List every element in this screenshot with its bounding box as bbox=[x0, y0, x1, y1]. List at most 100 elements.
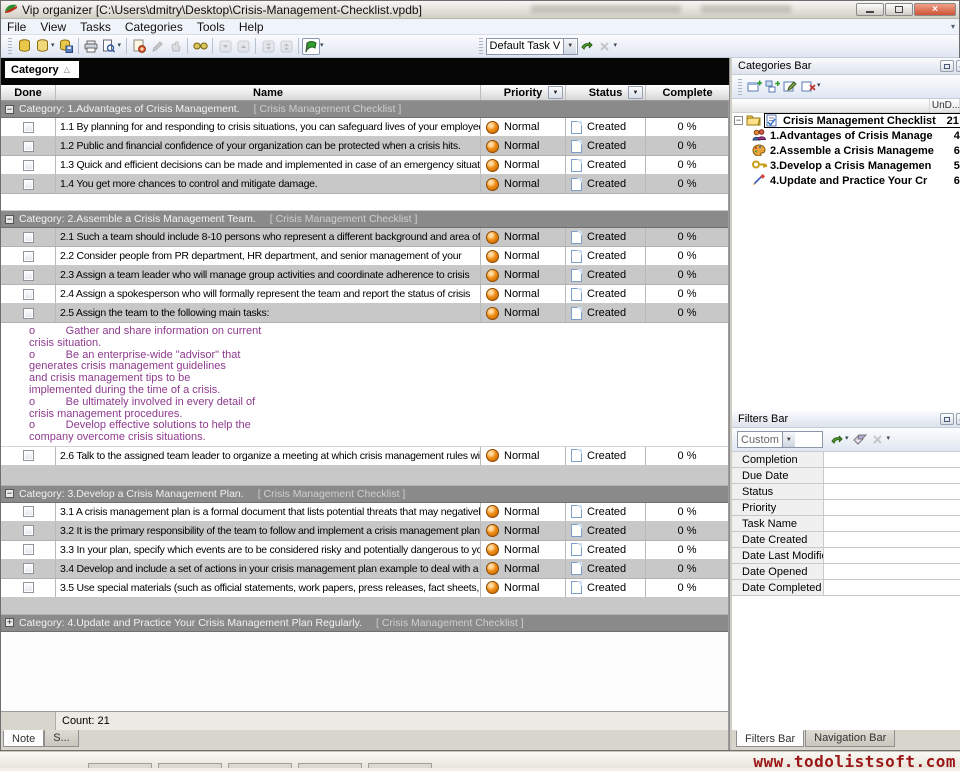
tab-note[interactable]: Note bbox=[3, 730, 44, 747]
close-button[interactable]: × bbox=[914, 3, 956, 16]
task-checkbox[interactable] bbox=[23, 141, 34, 152]
menu-file[interactable]: File bbox=[7, 20, 26, 34]
task-view-combobox[interactable]: Default Task V ▼ bbox=[486, 38, 578, 55]
menu-view[interactable]: View bbox=[40, 20, 66, 34]
column-header-done[interactable]: Done bbox=[1, 85, 56, 100]
drag-task-icon[interactable] bbox=[166, 38, 184, 55]
group-by-category-button[interactable]: Category △ bbox=[5, 61, 79, 78]
new-database-icon[interactable] bbox=[15, 38, 33, 55]
task-row[interactable]: 2.4 Assign a spokesperson who will forma… bbox=[1, 285, 728, 304]
notify-dropdown-icon[interactable]: ▾ bbox=[320, 41, 324, 49]
filter-preset-combobox[interactable]: Custom ▼ bbox=[737, 431, 823, 448]
category-group-header[interactable]: +Category: 4.Update and Practice Your Cr… bbox=[1, 615, 728, 632]
task-row[interactable]: 1.2 Public and financial confidence of y… bbox=[1, 137, 728, 156]
categories-restore-icon[interactable] bbox=[940, 60, 954, 72]
filter-value-field[interactable] bbox=[824, 484, 960, 499]
task-row[interactable]: 2.5 Assign the team to the following mai… bbox=[1, 304, 728, 323]
filter-value-field[interactable] bbox=[824, 532, 960, 547]
maximize-button[interactable] bbox=[885, 3, 913, 16]
print-preview-icon[interactable] bbox=[100, 38, 118, 55]
filter-value-field[interactable] bbox=[824, 580, 960, 595]
new-subcategory-icon[interactable] bbox=[763, 78, 781, 95]
move-bottom-icon[interactable] bbox=[259, 38, 277, 55]
task-row[interactable]: 2.3 Assign a team leader who will manage… bbox=[1, 266, 728, 285]
save-database-icon[interactable] bbox=[57, 38, 75, 55]
filter-value-field[interactable] bbox=[824, 468, 960, 483]
task-row[interactable]: 2.6 Talk to the assigned team leader to … bbox=[1, 447, 728, 466]
task-row[interactable]: 3.2 It is the primary responsibility of … bbox=[1, 522, 728, 541]
categories-pin-icon[interactable] bbox=[956, 60, 960, 72]
task-row[interactable]: 2.2 Consider people from PR department, … bbox=[1, 247, 728, 266]
delete-filter-icon[interactable] bbox=[869, 431, 887, 448]
category-group-header[interactable]: −Category: 2.Assemble a Crisis Managemen… bbox=[1, 211, 728, 228]
move-top-icon[interactable] bbox=[277, 38, 295, 55]
category-tree-item[interactable]: 3.Develop a Crisis Managemen55 bbox=[732, 158, 960, 173]
filters-pin-icon[interactable] bbox=[956, 413, 960, 425]
expand-icon[interactable]: + bbox=[5, 618, 14, 627]
category-group-header[interactable]: −Category: 3.Develop a Crisis Management… bbox=[1, 486, 728, 503]
priority-filter-dropdown-icon[interactable]: ▼ bbox=[548, 86, 563, 99]
collapse-icon[interactable]: − bbox=[5, 489, 14, 498]
status-filter-dropdown-icon[interactable]: ▼ bbox=[628, 86, 643, 99]
filter-value-field[interactable] bbox=[824, 452, 960, 467]
filter-value-field[interactable] bbox=[824, 548, 960, 563]
task-checkbox[interactable] bbox=[23, 544, 34, 555]
filters-restore-icon[interactable] bbox=[940, 413, 954, 425]
new-category-icon[interactable] bbox=[745, 78, 763, 95]
task-checkbox[interactable] bbox=[23, 582, 34, 593]
task-checkbox[interactable] bbox=[23, 232, 34, 243]
task-row[interactable]: 2.1 Such a team should include 8-10 pers… bbox=[1, 228, 728, 247]
edit-task-icon[interactable] bbox=[148, 38, 166, 55]
menu-categories[interactable]: Categories bbox=[125, 20, 183, 34]
category-tree-item[interactable]: 1.Advantages of Crisis Manage44 bbox=[732, 128, 960, 143]
task-checkbox[interactable] bbox=[23, 122, 34, 133]
task-checkbox[interactable] bbox=[23, 270, 34, 281]
delete-category-icon[interactable] bbox=[799, 78, 817, 95]
open-database-dropdown-icon[interactable]: ▾ bbox=[51, 41, 55, 49]
move-down-icon[interactable] bbox=[216, 38, 234, 55]
category-tree-item[interactable]: 4.Update and Practice Your Cr66 bbox=[732, 173, 960, 188]
task-row[interactable]: 3.1 A crisis management plan is a formal… bbox=[1, 503, 728, 522]
task-checkbox[interactable] bbox=[23, 563, 34, 574]
view-glasses-icon[interactable] bbox=[191, 38, 209, 55]
print-icon[interactable] bbox=[82, 38, 100, 55]
column-header-name[interactable]: Name bbox=[56, 85, 481, 100]
apply-view-icon[interactable] bbox=[578, 38, 596, 55]
task-row[interactable]: 3.5 Use special materials (such as offic… bbox=[1, 579, 728, 598]
task-row[interactable]: 3.4 Develop and include a set of actions… bbox=[1, 560, 728, 579]
task-checkbox[interactable] bbox=[23, 308, 34, 319]
column-header-complete[interactable]: Complete bbox=[646, 85, 729, 100]
tab-s[interactable]: S... bbox=[44, 730, 79, 747]
menu-tools[interactable]: Tools bbox=[197, 20, 225, 34]
task-row[interactable]: 1.3 Quick and efficient decisions can be… bbox=[1, 156, 728, 175]
print-dropdown-icon[interactable]: ▾ bbox=[118, 41, 122, 49]
column-undone[interactable]: UnD... bbox=[929, 99, 959, 112]
task-checkbox[interactable] bbox=[23, 506, 34, 517]
task-checkbox[interactable] bbox=[23, 450, 34, 461]
collapse-icon[interactable]: − bbox=[5, 215, 14, 224]
task-row[interactable]: 1.1 By planning for and responding to cr… bbox=[1, 118, 728, 137]
task-row[interactable]: 1.4 You get more chances to control and … bbox=[1, 175, 728, 194]
menu-tasks[interactable]: Tasks bbox=[80, 20, 111, 34]
view-toolbar-overflow-icon[interactable]: ▾ bbox=[614, 41, 618, 49]
notify-flag-icon[interactable] bbox=[302, 38, 320, 55]
minimize-button[interactable] bbox=[856, 3, 884, 16]
open-database-icon[interactable] bbox=[33, 38, 51, 55]
clear-filter-icon[interactable] bbox=[851, 431, 869, 448]
task-checkbox[interactable] bbox=[23, 251, 34, 262]
tab-filters-bar[interactable]: Filters Bar bbox=[736, 730, 804, 747]
task-checkbox[interactable] bbox=[23, 525, 34, 536]
filters-toolbar-overflow-icon[interactable]: ▾ bbox=[887, 434, 891, 442]
categories-toolbar-overflow-icon[interactable]: ▾ bbox=[817, 81, 821, 89]
filter-preset-dropdown-icon[interactable]: ▼ bbox=[782, 432, 795, 447]
category-tree-item[interactable]: −Crisis Management Checklist2121 bbox=[732, 113, 960, 128]
column-header-priority[interactable]: Priority ▼ bbox=[481, 85, 566, 100]
task-checkbox[interactable] bbox=[23, 179, 34, 190]
category-tree-item[interactable]: 2.Assemble a Crisis Manageme66 bbox=[732, 143, 960, 158]
task-row[interactable]: 3.3 In your plan, specify which events a… bbox=[1, 541, 728, 560]
filter-value-field[interactable] bbox=[824, 564, 960, 579]
filter-value-field[interactable] bbox=[824, 500, 960, 515]
filter-value-field[interactable] bbox=[824, 516, 960, 531]
menu-help[interactable]: Help bbox=[239, 20, 264, 34]
apply-filter-icon[interactable] bbox=[827, 431, 845, 448]
